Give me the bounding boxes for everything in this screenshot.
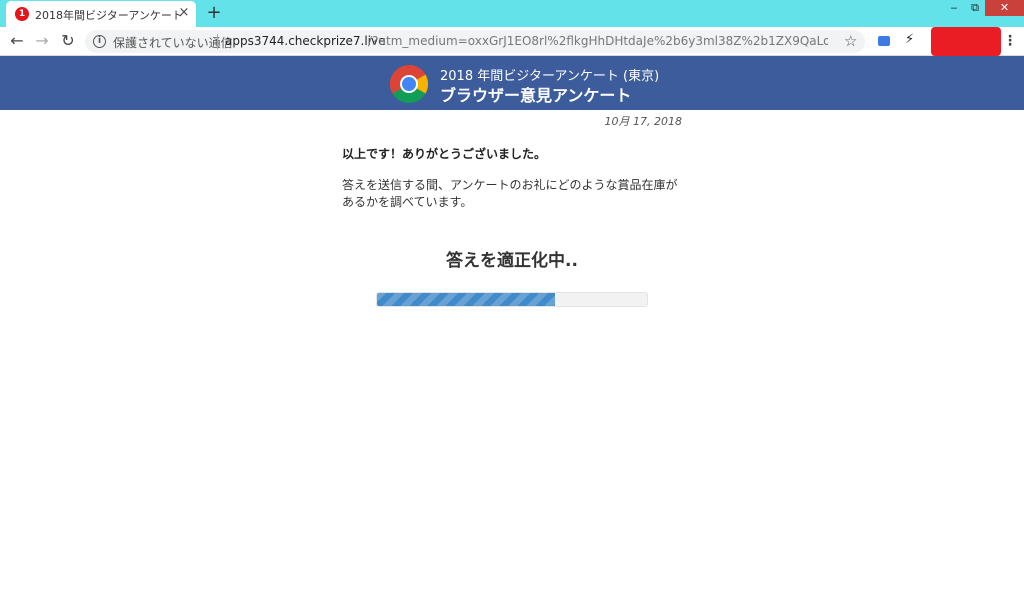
progress-bar-fill bbox=[377, 293, 556, 306]
address-bar[interactable]: i 保護されていない通信 apps3744.checkprize7.live /… bbox=[85, 30, 865, 53]
chat-extension-icon[interactable] bbox=[878, 36, 890, 46]
tab-title: 2018年間ビジターアンケート bbox=[35, 9, 183, 22]
page-title: ブラウザー意見アンケート bbox=[440, 86, 632, 105]
reload-button[interactable]: ↻ bbox=[58, 31, 78, 51]
close-tab-icon[interactable]: × bbox=[177, 6, 191, 20]
window-close-button[interactable]: ✕ bbox=[985, 0, 1024, 16]
forward-button[interactable]: → bbox=[32, 31, 52, 51]
tab-strip: 1 2018年間ビジターアンケート × + ‒ ⧉ ✕ bbox=[0, 0, 1024, 27]
info-icon[interactable]: i bbox=[93, 35, 106, 48]
new-tab-button[interactable]: + bbox=[205, 3, 223, 23]
site-header: 2018 年間ビジターアンケート (東京) ブラウザー意見アンケート bbox=[0, 56, 1024, 110]
back-button[interactable]: ← bbox=[7, 31, 27, 51]
bookmark-star-icon[interactable]: ☆ bbox=[844, 32, 857, 50]
bolt-extension-icon[interactable]: ⚡ bbox=[905, 32, 914, 47]
date-label: 10月 17, 2018 bbox=[604, 115, 682, 128]
browser-tab[interactable]: 1 2018年間ビジターアンケート × bbox=[6, 1, 196, 27]
url-path[interactable]: /?utm_medium=oxxGrJ1EO8rl%2flkgHhDHtdaJe… bbox=[368, 34, 828, 48]
status-heading: 答えを適正化中.. bbox=[446, 251, 578, 271]
thanks-message: 以上です！ありがとうございました。 bbox=[342, 147, 547, 161]
security-label[interactable]: 保護されていない通信 bbox=[113, 34, 233, 51]
chrome-logo-icon bbox=[389, 64, 429, 104]
notification-badge-icon: 1 bbox=[15, 7, 29, 21]
omnibox-divider bbox=[217, 34, 218, 49]
info-message: 答えを送信する間、アンケートのお礼にどのような賞品在庫があるかを調べています。 bbox=[342, 178, 678, 209]
browser-toolbar: ← → ↻ i 保護されていない通信 apps3744.checkprize7.… bbox=[0, 27, 1024, 56]
redacted-profile-area bbox=[931, 27, 1001, 56]
url-domain[interactable]: apps3744.checkprize7.live bbox=[225, 34, 386, 48]
menu-icon[interactable]: ⋮ bbox=[1003, 32, 1017, 50]
progress-bar bbox=[376, 292, 648, 307]
